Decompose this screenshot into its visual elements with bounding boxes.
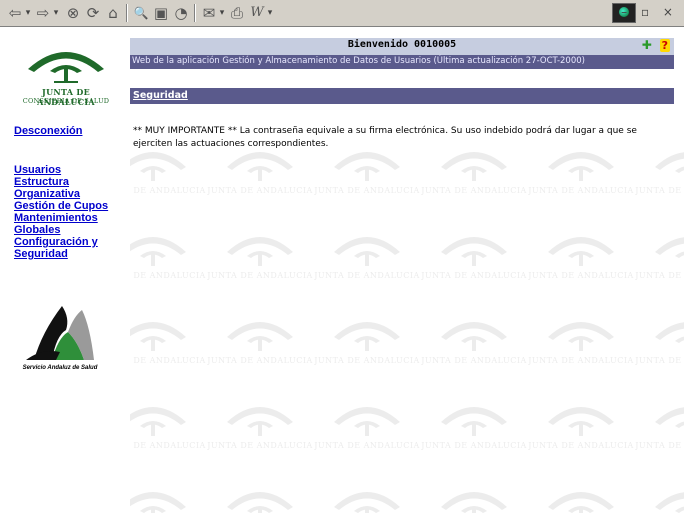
stop-icon[interactable]: ⊗ [64, 3, 82, 23]
browser-toolbar: ⇦ ▾ ⇨ ▾ ⊗ ⟳ ⌂ 🔍 ▣ ◔ ✉ ▾ ⎙ W ▾ – ▫ × [0, 0, 684, 27]
refresh-icon[interactable]: ⟳ [84, 3, 102, 23]
sidebar: JUNTA DE ANDALUCIA CONSEJERIA DE SALUD D… [0, 27, 130, 513]
toolbar-separator [126, 4, 128, 22]
back-arrow-icon[interactable]: ⇦ [6, 3, 24, 23]
window-controls[interactable]: – ▫ × [621, 5, 678, 19]
security-notice: ** MUY IMPORTANTE ** La contraseña equiv… [133, 126, 637, 149]
nav-link-estructura[interactable]: Estructura [14, 176, 69, 188]
nav-link-seguridad[interactable]: Seguridad [14, 248, 68, 260]
nav-link-usuarios[interactable]: Usuarios [14, 164, 61, 176]
app-subtitle: Web de la aplicación Gestión y Almacenam… [132, 56, 585, 66]
favorites-icon[interactable]: ▣ [152, 3, 170, 23]
forward-dropdown-icon[interactable]: ▾ [52, 3, 60, 23]
sas-logo-text: Servicio Andaluz de Salud [22, 365, 98, 371]
main-content: JUNTA DE ANDALUCIA Bienvenido 0010005 We… [130, 27, 684, 513]
search-icon[interactable]: 🔍 [132, 3, 150, 23]
toolbar-separator [194, 4, 196, 22]
section-header: Seguridad [130, 88, 674, 104]
edit-dropdown-icon[interactable]: ▾ [266, 3, 274, 23]
nav-link-organizativa[interactable]: Organizativa [14, 188, 80, 200]
add-favorite-icon[interactable]: ✚ [642, 38, 652, 52]
header-icons: ✚ ? [638, 38, 670, 54]
help-icon[interactable]: ? [659, 39, 670, 52]
nav-link-globales[interactable]: Globales [14, 224, 60, 236]
welcome-title: Bienvenido 0010005 [347, 39, 457, 50]
mail-icon[interactable]: ✉ [200, 3, 218, 23]
junta-emblem-icon [28, 52, 104, 83]
sas-emblem-icon [26, 306, 94, 360]
back-dropdown-icon[interactable]: ▾ [24, 3, 32, 23]
sas-logo: Servicio Andaluz de Salud [12, 302, 108, 382]
org-department: CONSEJERIA DE SALUD [22, 97, 110, 105]
section-title[interactable]: Seguridad [133, 90, 188, 101]
nav-link-mantenimientos[interactable]: Mantenimientos [14, 212, 98, 224]
nav-link-gestion-cupos[interactable]: Gestión de Cupos [14, 200, 108, 212]
forward-arrow-icon[interactable]: ⇨ [34, 3, 52, 23]
junta-andalucia-logo: JUNTA DE ANDALUCIA CONSEJERIA DE SALUD [14, 37, 118, 117]
mail-dropdown-icon[interactable]: ▾ [218, 3, 226, 23]
disconnect-link[interactable]: Desconexión [14, 125, 82, 137]
home-icon[interactable]: ⌂ [104, 3, 122, 23]
history-icon[interactable]: ◔ [172, 3, 190, 23]
edit-icon[interactable]: W [248, 3, 266, 23]
header-bar: Bienvenido 0010005 Web de la aplicación … [130, 38, 674, 70]
nav-link-configuracion[interactable]: Configuración y [14, 236, 98, 248]
print-icon[interactable]: ⎙ [228, 3, 246, 23]
